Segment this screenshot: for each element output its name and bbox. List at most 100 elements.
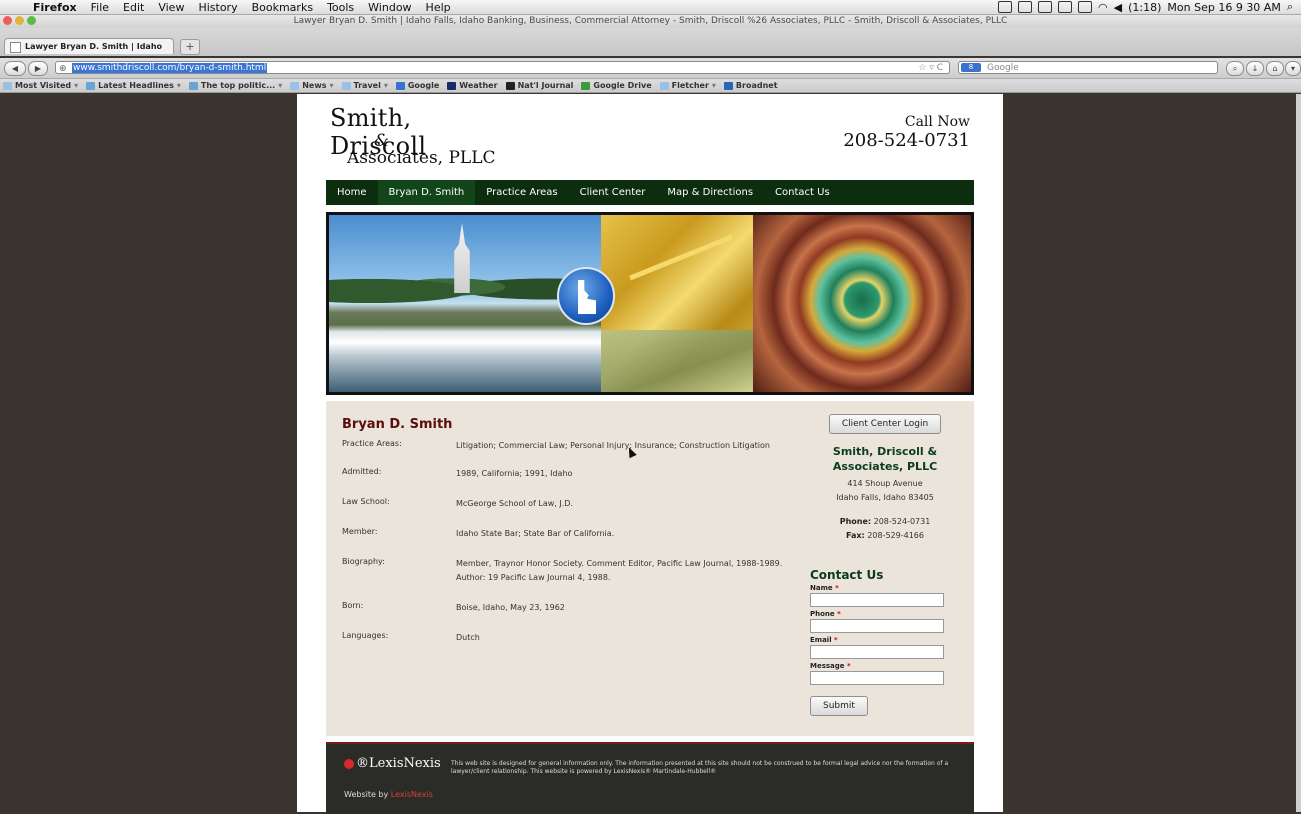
bookmark-label: Fletcher xyxy=(671,81,709,90)
nav-client-center[interactable]: Client Center xyxy=(569,180,657,205)
site-identity-icon[interactable]: ⊕ xyxy=(59,63,67,75)
search-bar[interactable]: 8 Google xyxy=(958,61,1218,74)
nav-practice-areas[interactable]: Practice Areas xyxy=(475,180,568,205)
lexisnexis-link[interactable]: LexisNexis xyxy=(391,790,433,799)
bookmark-google[interactable]: Google xyxy=(395,81,443,90)
nav-map-directions[interactable]: Map & Directions xyxy=(656,180,764,205)
info-label: Law School: xyxy=(342,497,390,506)
attorney-name: Bryan D. Smith xyxy=(342,417,453,432)
sync-icon[interactable] xyxy=(1058,1,1073,13)
bookmark-label: Latest Headlines xyxy=(98,81,174,90)
browser-tab[interactable]: Lawyer Bryan D. Smith | Idaho F... xyxy=(4,38,174,67)
header-phone[interactable]: 208-524-0731 xyxy=(843,130,970,151)
website-by-label: Website by xyxy=(344,790,389,799)
battery-status[interactable]: (1:18) xyxy=(1128,1,1161,14)
new-tab-button[interactable]: + xyxy=(180,39,200,55)
search-go-icon[interactable]: ⌕ xyxy=(1226,61,1244,76)
volume-icon[interactable]: ◀ xyxy=(1114,1,1122,14)
firm-sidebar: Client Center Login Smith, Driscoll & As… xyxy=(810,414,960,543)
submit-button[interactable]: Submit xyxy=(810,696,868,716)
window-controls xyxy=(3,16,36,25)
message-field[interactable] xyxy=(810,671,944,685)
time-machine-icon[interactable] xyxy=(1038,1,1053,13)
mac-menubar: Firefox File Edit View History Bookmarks… xyxy=(0,0,1301,15)
close-window-icon[interactable] xyxy=(3,16,12,25)
bookmark-broadnet[interactable]: Broadnet xyxy=(723,81,782,90)
hero-banner xyxy=(326,212,974,395)
bookmark-label: Nat'l Journal xyxy=(517,81,574,90)
most-visited-icon xyxy=(3,81,12,90)
search-engine-icon[interactable]: 8 xyxy=(961,63,981,72)
sidebar-fax: 208-529-4166 xyxy=(867,531,924,540)
menu-bookmarks[interactable]: Bookmarks xyxy=(245,1,320,14)
lexisnexis-logo[interactable]: ®LexisNexis xyxy=(344,756,441,771)
firm-address: 414 Shoup Avenue Idaho Falls, Idaho 8340… xyxy=(810,477,960,505)
menu-window[interactable]: Window xyxy=(361,1,418,14)
bookmark-fletcher[interactable]: Fletcher ▾ xyxy=(659,81,720,90)
nav-home[interactable]: Home xyxy=(326,180,378,205)
bookmark-latest-headlines[interactable]: Latest Headlines ▾ xyxy=(86,81,185,90)
nj-icon xyxy=(505,81,515,90)
back-button[interactable]: ◀ xyxy=(4,61,26,76)
menu-app-firefox[interactable]: Firefox xyxy=(26,1,84,14)
info-label: Member: xyxy=(342,527,378,536)
email-field[interactable] xyxy=(810,645,944,659)
bookmark-travel[interactable]: Travel ▾ xyxy=(341,81,392,90)
bookmark-label: Google xyxy=(407,81,440,90)
folder-icon xyxy=(341,81,351,90)
bookmark-natl-journal[interactable]: Nat'l Journal xyxy=(505,81,578,90)
info-value: Idaho State Bar; State Bar of California… xyxy=(456,529,615,538)
zoom-window-icon[interactable] xyxy=(27,16,36,25)
contact-form: Contact Us Name * Phone * Email * Messag… xyxy=(810,568,950,716)
bookmark-label: Weather xyxy=(459,81,498,90)
menu-tools[interactable]: Tools xyxy=(320,1,361,14)
home-icon[interactable]: ⌂ xyxy=(1266,61,1284,76)
url-bar[interactable]: ⊕ www.smithdriscoll.com/bryan-d-smith.ht… xyxy=(55,61,950,74)
menu-history[interactable]: History xyxy=(191,1,244,14)
menu-edit[interactable]: Edit xyxy=(116,1,151,14)
rss-icon xyxy=(188,81,198,90)
info-value: Member, Traynor Honor Society. Comment E… xyxy=(456,559,783,582)
bookmark-label: Most Visited xyxy=(15,81,72,90)
firm-logo[interactable]: Smith, Driscoll & Associates, PLLC xyxy=(330,104,496,168)
site-nav: Home Bryan D. Smith Practice Areas Clien… xyxy=(326,180,974,205)
menu-help[interactable]: Help xyxy=(419,1,458,14)
folder-icon xyxy=(659,81,669,90)
message-label: Message * xyxy=(810,662,851,670)
name-field[interactable] xyxy=(810,593,944,607)
menubar-status-area: ◠ ◀ (1:18) Mon Sep 16 9 30 AM ⌕ xyxy=(998,0,1301,14)
info-value: McGeorge School of Law, J.D. xyxy=(456,499,573,508)
info-label: Languages: xyxy=(342,631,389,640)
client-center-login-button[interactable]: Client Center Login xyxy=(828,414,942,434)
bookmark-weather[interactable]: Weather xyxy=(447,81,501,90)
brand-name: LexisNexis xyxy=(369,756,441,771)
status-app-icon[interactable] xyxy=(998,1,1013,13)
wifi-icon[interactable]: ◠ xyxy=(1098,1,1108,14)
bookmark-news[interactable]: News ▾ xyxy=(290,81,337,90)
phone-field-label: Phone * xyxy=(810,610,841,618)
scrollbar[interactable] xyxy=(1296,94,1301,812)
nav-bryan-d-smith[interactable]: Bryan D. Smith xyxy=(377,180,476,205)
contact-title: Contact Us xyxy=(810,568,884,582)
downloads-icon[interactable]: ↓ xyxy=(1246,61,1264,76)
window-title: Lawyer Bryan D. Smith | Idaho Falls, Ida… xyxy=(0,15,1301,28)
dropbox-icon[interactable] xyxy=(1018,1,1033,13)
bookmark-most-visited[interactable]: Most Visited ▾ xyxy=(3,81,82,90)
menu-view[interactable]: View xyxy=(151,1,191,14)
clock[interactable]: Mon Sep 16 9 30 AM xyxy=(1167,1,1280,14)
menu-file[interactable]: File xyxy=(84,1,116,14)
extensions-menu-icon[interactable]: ▾ xyxy=(1285,61,1301,76)
minimize-window-icon[interactable] xyxy=(15,16,24,25)
bluetooth-icon[interactable] xyxy=(1078,1,1093,13)
bookmark-star-icon[interactable]: ☆ ▿ C xyxy=(918,62,943,74)
phone-field[interactable] xyxy=(810,619,944,633)
forward-button[interactable]: ▶ xyxy=(28,61,48,76)
idaho-state-badge-icon xyxy=(557,267,615,325)
bookmark-label: Broadnet xyxy=(735,81,778,90)
web-page: Smith, Driscoll & Associates, PLLC Call … xyxy=(297,94,1003,814)
spotlight-search-icon[interactable]: ⌕ xyxy=(1287,0,1293,14)
tab-bar: Lawyer Bryan D. Smith | Idaho F... + xyxy=(0,28,1301,67)
bookmark-top-politics[interactable]: The top politic... ▾ xyxy=(188,81,286,90)
nav-contact-us[interactable]: Contact Us xyxy=(764,180,841,205)
bookmark-google-drive[interactable]: Google Drive xyxy=(581,81,655,90)
